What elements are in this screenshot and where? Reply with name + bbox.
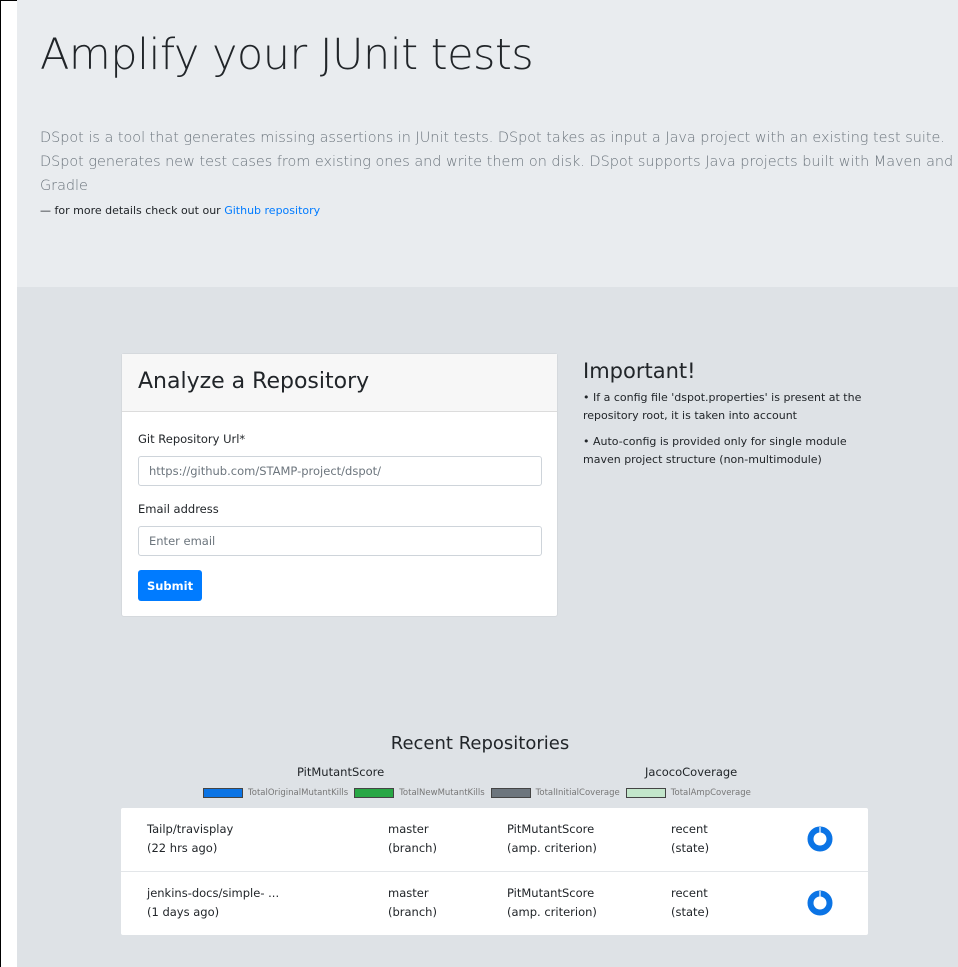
repo-name: jenkins-docs/simple- ... — [147, 886, 280, 900]
repo-state-cell: recent (state) — [671, 820, 709, 858]
jumbotron: Amplify your JUnit tests DSpot is a tool… — [17, 0, 958, 287]
repo-name-cell: jenkins-docs/simple- ... (1 days ago) — [147, 884, 279, 922]
repo-branch-cell: master (branch) — [388, 820, 437, 858]
repo-state-label: (state) — [671, 905, 710, 919]
details-prefix: — for more details check out our — [40, 204, 221, 217]
loading-donut-icon — [807, 826, 833, 852]
legend-label-new: TotalNewMutantKills — [399, 788, 485, 798]
repo-url-label: Git Repository Url* — [138, 432, 246, 446]
legend-swatch-initial — [490, 788, 531, 798]
config-file-note: • If a config file 'dspot.properties' is… — [583, 391, 862, 422]
repo-row[interactable]: jenkins-docs/simple- ... (1 days ago) ma… — [121, 871, 868, 934]
email-input[interactable] — [138, 526, 542, 556]
repo-row[interactable]: Tailp/travisplay (22 hrs ago) master (br… — [121, 808, 868, 871]
repo-age: (1 days ago) — [147, 905, 220, 919]
important-notes: Important! • If a config file 'dspot.pro… — [583, 359, 883, 477]
card-title: Analyze a Repository — [138, 369, 370, 394]
repo-age: (22 hrs ago) — [147, 841, 218, 855]
repo-branch: master — [388, 886, 429, 900]
repo-criterion: PitMutantScore — [507, 886, 595, 900]
repo-state-label: (state) — [671, 841, 710, 855]
repo-state-cell: recent (state) — [671, 884, 709, 922]
submit-button[interactable]: Submit — [138, 570, 202, 601]
page-title: Amplify your JUnit tests — [40, 30, 534, 80]
repo-criterion-label: (amp. criterion) — [507, 841, 597, 855]
repo-branch-label: (branch) — [388, 841, 437, 855]
repo-branch-cell: master (branch) — [388, 884, 437, 922]
legend-group-jacoco: JacocoCoverage — [645, 765, 738, 779]
repo-state: recent — [671, 886, 708, 900]
repo-criterion: PitMutantScore — [507, 822, 595, 836]
github-repository-link[interactable]: Github repository — [224, 204, 320, 217]
details-line: — for more details check out our Github … — [40, 204, 320, 217]
legend-swatch-amp — [625, 788, 666, 798]
repo-criterion-cell: PitMutantScore (amp. criterion) — [507, 884, 597, 922]
auto-config-note: • Auto-config is provided only for singl… — [583, 435, 847, 466]
legend-label-original: TotalOriginalMutantKills — [248, 788, 349, 798]
recent-repositories-list: Tailp/travisplay (22 hrs ago) master (br… — [121, 808, 868, 935]
repo-branch: master — [388, 822, 429, 836]
email-label: Email address — [138, 502, 219, 516]
repo-url-input[interactable] — [138, 456, 542, 486]
repo-state: recent — [671, 822, 708, 836]
legend-group-pit: PitMutantScore — [297, 765, 385, 779]
repo-name-cell: Tailp/travisplay (22 hrs ago) — [147, 820, 233, 858]
repo-criterion-cell: PitMutantScore (amp. criterion) — [507, 820, 597, 858]
main-content: Analyze a Repository Git Repository Url*… — [17, 287, 958, 967]
card-header: Analyze a Repository — [122, 354, 557, 412]
legend-label-amp: TotalAmpCoverage — [670, 788, 751, 798]
repo-name: Tailp/travisplay — [147, 822, 234, 836]
analyze-repository-card: Analyze a Repository Git Repository Url*… — [121, 353, 558, 617]
legend-swatch-new — [354, 788, 395, 798]
repo-branch-label: (branch) — [388, 905, 437, 919]
legend-swatch-original — [203, 788, 243, 798]
chart-legend: TotalOriginalMutantKills TotalNewMutantK… — [203, 786, 757, 800]
important-title: Important! — [583, 359, 696, 383]
intro-text: DSpot is a tool that generates missing a… — [40, 130, 954, 194]
repo-criterion-label: (amp. criterion) — [507, 905, 597, 919]
recent-repositories-title: Recent Repositories — [390, 733, 570, 754]
loading-donut-icon — [807, 890, 833, 916]
legend-label-initial: TotalInitialCoverage — [535, 788, 620, 798]
